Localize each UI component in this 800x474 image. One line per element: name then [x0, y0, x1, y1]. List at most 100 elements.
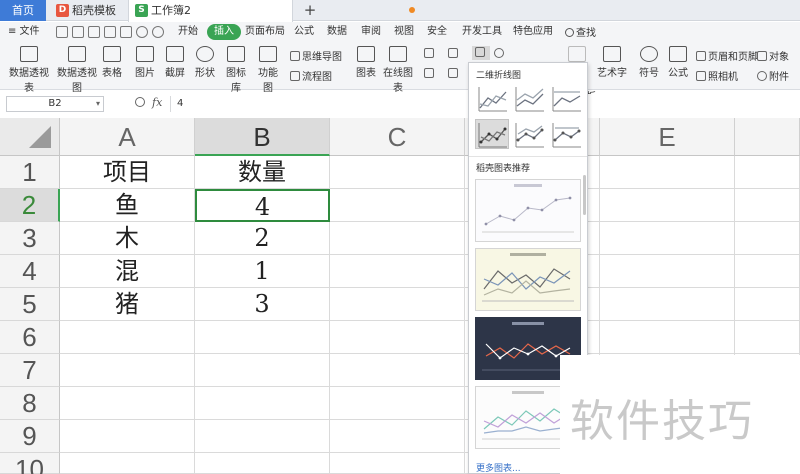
command-search[interactable]: 查找命令、搜索模板: [565, 24, 596, 103]
percent-line-marker-option[interactable]: [549, 119, 583, 149]
column-header-b[interactable]: B: [195, 118, 330, 156]
more-charts-link[interactable]: 更多图表...: [476, 461, 521, 474]
cell-f6[interactable]: [735, 321, 800, 354]
tab-docer-template[interactable]: D 稻壳模板: [50, 0, 126, 21]
cell-e4[interactable]: [600, 255, 735, 288]
picture-button[interactable]: 图片: [132, 46, 158, 79]
file-menu[interactable]: ≡ 文件: [8, 24, 40, 40]
cell-c10[interactable]: [330, 453, 465, 474]
object-button[interactable]: 对象: [757, 48, 789, 63]
redo-icon[interactable]: [152, 26, 164, 38]
bar-chart-horizontal-button[interactable]: [448, 48, 460, 60]
cell-a1[interactable]: 项目: [60, 156, 195, 189]
cell-f2[interactable]: [735, 189, 800, 222]
header-footer-button[interactable]: 页眉和页脚: [696, 48, 758, 63]
pivot-chart-button[interactable]: 数据透视图: [54, 46, 100, 94]
cell-c8[interactable]: [330, 387, 465, 420]
zoom-icon[interactable]: [135, 97, 145, 107]
function-chart-button[interactable]: 功能图: [254, 46, 282, 94]
stock-chart-button[interactable]: [448, 68, 460, 80]
cell-b3[interactable]: 2: [195, 222, 330, 255]
equation-button[interactable]: 公式: [665, 46, 691, 79]
column-header-f[interactable]: [735, 118, 800, 156]
percent-line-chart-option[interactable]: [549, 83, 583, 113]
row-header-9[interactable]: 9: [0, 420, 60, 453]
cell-b8[interactable]: [195, 387, 330, 420]
cell-b2[interactable]: 4: [195, 189, 330, 222]
cell-f4[interactable]: [735, 255, 800, 288]
cell-b5[interactable]: 3: [195, 288, 330, 321]
undo-icon[interactable]: [136, 26, 148, 38]
cell-b1[interactable]: 数量: [195, 156, 330, 189]
menu-insert[interactable]: 插入: [207, 24, 241, 40]
cell-c6[interactable]: [330, 321, 465, 354]
camera-button[interactable]: 照相机: [696, 68, 738, 83]
cell-b10[interactable]: [195, 453, 330, 474]
menu-developer[interactable]: 开发工具: [462, 24, 502, 40]
menu-security[interactable]: 安全: [427, 24, 447, 40]
row-header-8[interactable]: 8: [0, 387, 60, 420]
shape-button[interactable]: 形状: [192, 46, 218, 79]
menu-view[interactable]: 视图: [394, 24, 414, 40]
menu-special[interactable]: 特色应用: [513, 24, 553, 40]
cell-b6[interactable]: [195, 321, 330, 354]
row-header-5[interactable]: 5: [0, 288, 60, 321]
flowchart-button[interactable]: 流程图: [290, 68, 332, 83]
mind-map-button[interactable]: 思维导图: [290, 48, 342, 63]
row-header-10[interactable]: 10: [0, 453, 60, 474]
row-header-3[interactable]: 3: [0, 222, 60, 255]
cell-a7[interactable]: [60, 354, 195, 387]
cell-c7[interactable]: [330, 354, 465, 387]
name-box[interactable]: B2 ▾: [6, 96, 104, 112]
print-icon[interactable]: [88, 26, 100, 38]
cell-c5[interactable]: [330, 288, 465, 321]
area-chart-button[interactable]: [424, 68, 436, 80]
art-text-button[interactable]: 艺术字: [595, 46, 629, 79]
line-chart-option[interactable]: [475, 83, 509, 113]
chart-button[interactable]: 图表: [355, 46, 377, 79]
row-header-2[interactable]: 2: [0, 189, 60, 222]
cell-e6[interactable]: [600, 321, 735, 354]
column-header-a[interactable]: A: [60, 118, 195, 156]
tab-workbook2[interactable]: S 工作簿2: [128, 0, 415, 22]
cell-a5[interactable]: 猪: [60, 288, 195, 321]
icon-library-button[interactable]: 图标库: [222, 46, 250, 94]
cell-e5[interactable]: [600, 288, 735, 321]
cell-e1[interactable]: [600, 156, 735, 189]
recommended-chart-1[interactable]: [475, 179, 581, 242]
cell-a8[interactable]: [60, 387, 195, 420]
menu-review[interactable]: 审阅: [361, 24, 381, 40]
pivot-table-button[interactable]: 数据透视表: [6, 46, 52, 94]
row-header-7[interactable]: 7: [0, 354, 60, 387]
column-chart-button[interactable]: [424, 48, 436, 60]
cell-a3[interactable]: 木: [60, 222, 195, 255]
stacked-line-marker-option[interactable]: [512, 119, 546, 149]
cell-b9[interactable]: [195, 420, 330, 453]
cell-f1[interactable]: [735, 156, 800, 189]
cell-a10[interactable]: [60, 453, 195, 474]
column-header-c[interactable]: C: [330, 118, 465, 156]
line-marker-chart-option[interactable]: [475, 119, 509, 149]
cell-a4[interactable]: 混: [60, 255, 195, 288]
row-header-6[interactable]: 6: [0, 321, 60, 354]
cell-e2[interactable]: [600, 189, 735, 222]
cell-f3[interactable]: [735, 222, 800, 255]
cell-b4[interactable]: 1: [195, 255, 330, 288]
select-all-corner[interactable]: [0, 118, 60, 156]
cell-c4[interactable]: [330, 255, 465, 288]
cell-a2[interactable]: 鱼: [60, 189, 195, 222]
menu-formula[interactable]: 公式: [294, 24, 314, 40]
table-button[interactable]: 表格: [101, 46, 123, 79]
line-chart-button[interactable]: [472, 46, 490, 60]
dropdown-scrollbar[interactable]: [583, 175, 586, 215]
pie-chart-button[interactable]: [494, 48, 506, 60]
format-painter-icon[interactable]: [120, 26, 132, 38]
cell-c9[interactable]: [330, 420, 465, 453]
chevron-down-icon[interactable]: ▾: [96, 97, 100, 111]
cell-e3[interactable]: [600, 222, 735, 255]
cell-b7[interactable]: [195, 354, 330, 387]
menu-start[interactable]: 开始: [178, 24, 198, 40]
attachment-button[interactable]: 附件: [757, 68, 789, 83]
cell-f5[interactable]: [735, 288, 800, 321]
tab-home[interactable]: 首页: [0, 0, 46, 21]
